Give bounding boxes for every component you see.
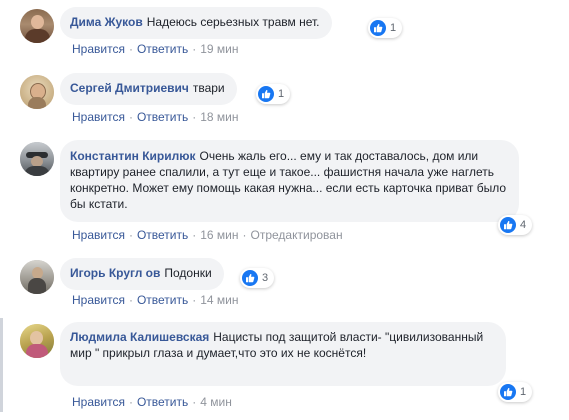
like-link[interactable]: Нравится (72, 395, 125, 409)
separator-dot: · (128, 42, 133, 56)
author-name[interactable]: Сергей Дмитриевич (70, 81, 189, 95)
timestamp[interactable]: 18 мин (200, 110, 238, 124)
comment-actions: Нравится · Ответить · 4 мин (72, 395, 232, 409)
comment-actions: Нравится · Ответить · 14 мин (72, 293, 239, 307)
avatar[interactable] (20, 9, 54, 43)
comment-bubble: Сергей Дмитриевич твари (60, 73, 237, 105)
thumbs-up-icon (500, 217, 516, 233)
avatar[interactable] (20, 324, 54, 358)
separator-dot: · (128, 395, 133, 409)
reaction-count: 1 (520, 386, 527, 398)
separator-dot: · (192, 293, 197, 307)
author-name[interactable]: Людмила Калишевская (70, 330, 209, 344)
reaction-badge[interactable]: 1 (256, 84, 291, 104)
reaction-badge[interactable]: 1 (368, 18, 403, 38)
reply-link[interactable]: Ответить (137, 293, 188, 307)
reaction-badge[interactable]: 4 (498, 215, 533, 235)
separator-dot: · (192, 110, 197, 124)
comment-text: Подонки (164, 266, 212, 280)
thumbs-up-icon (258, 86, 274, 102)
comment-bubble: Дима Жуков Надеюсь серьезных травм нет. (60, 7, 332, 39)
avatar[interactable] (20, 75, 54, 109)
thumbs-up-icon (242, 270, 258, 286)
timestamp[interactable]: 16 мин (200, 228, 238, 242)
author-name[interactable]: Игорь Кругл ов (70, 266, 160, 280)
separator-dot: · (128, 293, 133, 307)
comment-text: Надеюсь серьезных травм нет. (146, 15, 320, 29)
reply-link[interactable]: Ответить (137, 42, 188, 56)
timestamp[interactable]: 14 мин (200, 293, 238, 307)
thumbs-up-icon (370, 20, 386, 36)
separator-dot: · (128, 228, 133, 242)
like-link[interactable]: Нравится (72, 110, 125, 124)
reply-link[interactable]: Ответить (137, 395, 188, 409)
new-comment-indicator (0, 318, 3, 412)
comment-actions: Нравится · Ответить · 19 мин (72, 42, 239, 56)
comment-text: твари (192, 81, 225, 95)
reaction-count: 1 (390, 22, 397, 34)
reply-link[interactable]: Ответить (137, 228, 188, 242)
comment-bubble: Константин Кирилюк Очень жаль его... ему … (60, 140, 519, 222)
reaction-count: 1 (278, 88, 285, 100)
separator-dot: · (192, 42, 197, 56)
comment-bubble: Людмила Калишевская Нацисты под защитой в… (60, 322, 506, 386)
comment-bubble: Игорь Кругл ов Подонки (60, 258, 224, 290)
avatar[interactable] (20, 142, 54, 176)
author-name[interactable]: Константин Кирилюк (70, 149, 196, 163)
separator-dot: · (192, 395, 197, 409)
separator-dot: · (242, 228, 247, 242)
timestamp[interactable]: 19 мин (200, 42, 238, 56)
comment-actions: Нравится · Ответить · 16 мин · Отредактирован (72, 228, 343, 242)
timestamp[interactable]: 4 мин (200, 395, 232, 409)
author-name[interactable]: Дима Жуков (70, 15, 143, 29)
reaction-badge[interactable]: 3 (240, 268, 275, 288)
edited-label[interactable]: Отредактирован (251, 228, 343, 242)
reaction-count: 4 (520, 219, 527, 231)
reaction-count: 3 (262, 272, 269, 284)
thumbs-up-icon (500, 384, 516, 400)
like-link[interactable]: Нравится (72, 228, 125, 242)
avatar[interactable] (20, 260, 54, 294)
reply-link[interactable]: Ответить (137, 110, 188, 124)
like-link[interactable]: Нравится (72, 42, 125, 56)
separator-dot: · (192, 228, 197, 242)
like-link[interactable]: Нравится (72, 293, 125, 307)
separator-dot: · (128, 110, 133, 124)
comment-actions: Нравится · Ответить · 18 мин (72, 110, 239, 124)
reaction-badge[interactable]: 1 (498, 382, 533, 402)
